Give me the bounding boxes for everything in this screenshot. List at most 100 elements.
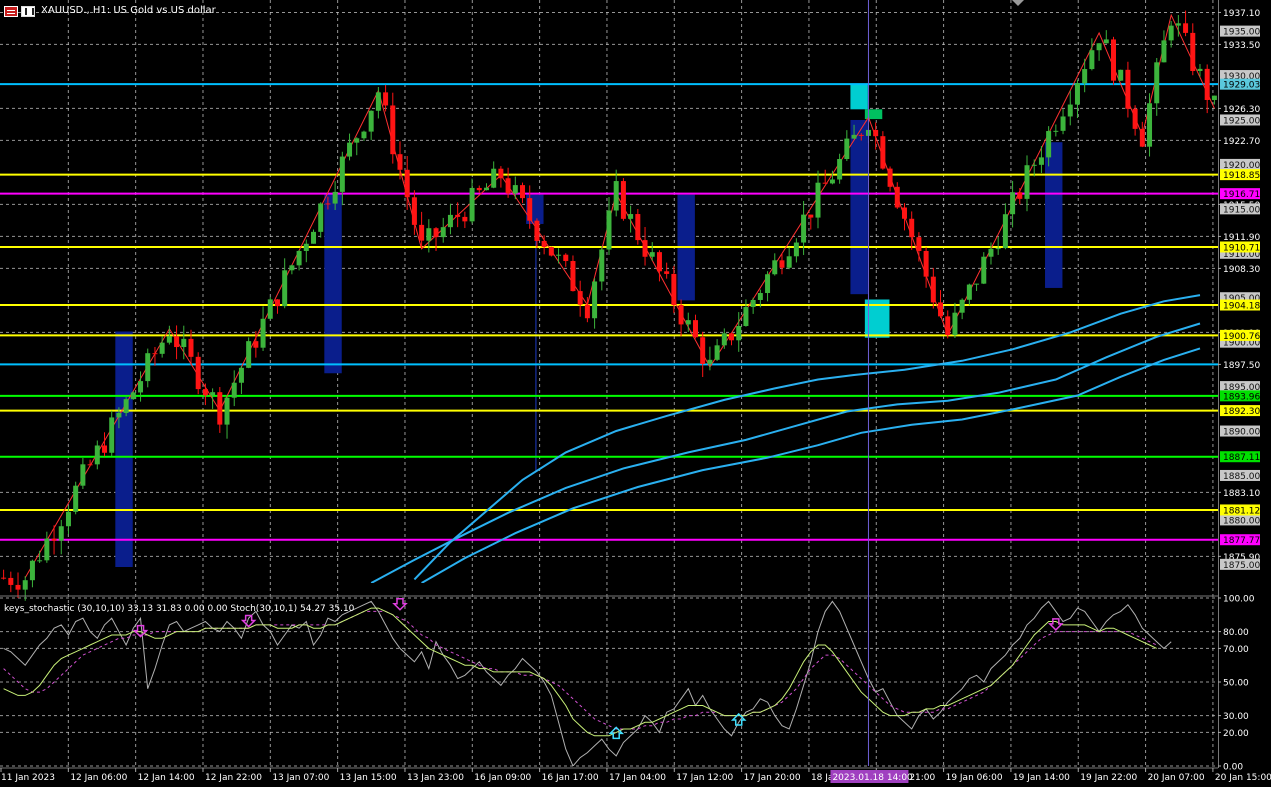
candle-body[interactable]: [1118, 69, 1124, 81]
candle-body[interactable]: [808, 214, 814, 218]
candle-body[interactable]: [556, 254, 562, 256]
candle-body[interactable]: [1053, 130, 1059, 132]
candle-body[interactable]: [1125, 69, 1131, 109]
candle-body[interactable]: [1204, 68, 1210, 100]
candle-body[interactable]: [1175, 23, 1181, 26]
sell-arrow-icon[interactable]: [392, 598, 408, 611]
candle-body[interactable]: [152, 353, 158, 355]
candle-body[interactable]: [505, 178, 511, 194]
candle-body[interactable]: [880, 136, 886, 169]
candle-body[interactable]: [462, 216, 468, 222]
candle-body[interactable]: [231, 382, 237, 398]
candle-body[interactable]: [1067, 104, 1073, 117]
candle-body[interactable]: [260, 318, 266, 348]
candle-body[interactable]: [347, 142, 353, 157]
candle-body[interactable]: [1024, 165, 1030, 199]
candle-body[interactable]: [73, 485, 79, 512]
candle-body[interactable]: [606, 210, 612, 250]
candle-body[interactable]: [426, 228, 432, 241]
candle-body[interactable]: [469, 187, 475, 222]
candle-body[interactable]: [628, 214, 634, 219]
sell-arrow-icon[interactable]: [1048, 618, 1064, 631]
candle-body[interactable]: [224, 397, 230, 425]
candle-body[interactable]: [959, 299, 965, 313]
candle-body[interactable]: [311, 231, 317, 244]
candle-body[interactable]: [534, 220, 540, 241]
candle-body[interactable]: [981, 256, 987, 284]
candle-body[interactable]: [721, 333, 727, 346]
candle-body[interactable]: [303, 243, 309, 251]
candle-body[interactable]: [678, 305, 684, 325]
candle-body[interactable]: [1060, 116, 1066, 131]
candle-body[interactable]: [930, 276, 936, 303]
candle-body[interactable]: [440, 227, 446, 238]
candle-body[interactable]: [419, 224, 425, 241]
candle-body[interactable]: [1002, 214, 1008, 249]
sell-arrow-icon[interactable]: [240, 614, 257, 628]
candle-body[interactable]: [145, 353, 151, 382]
candle-body[interactable]: [685, 320, 691, 325]
candle-body[interactable]: [51, 538, 57, 541]
candle-body[interactable]: [65, 511, 71, 527]
candle-body[interactable]: [894, 186, 900, 208]
chart-window-icon[interactable]: [4, 5, 18, 17]
candle-body[interactable]: [923, 250, 929, 277]
candle-body[interactable]: [822, 182, 828, 184]
candle-body[interactable]: [700, 337, 706, 364]
candle-body[interactable]: [238, 367, 244, 383]
candle-body[interactable]: [102, 445, 108, 453]
candle-body[interactable]: [815, 182, 821, 218]
candle-body[interactable]: [455, 214, 461, 217]
candle-body[interactable]: [404, 169, 410, 198]
candle-body[interactable]: [296, 250, 302, 266]
candle-body[interactable]: [527, 198, 533, 221]
candle-body[interactable]: [620, 181, 626, 219]
candle-body[interactable]: [916, 237, 922, 251]
candle-body[interactable]: [829, 179, 835, 184]
candle-body[interactable]: [750, 299, 756, 308]
candle-body[interactable]: [1147, 103, 1153, 147]
stochastic-dashed-line[interactable]: [3, 610, 1157, 730]
candle-body[interactable]: [801, 214, 807, 243]
candle-body[interactable]: [584, 304, 590, 319]
candle-body[interactable]: [109, 417, 115, 453]
candle-body[interactable]: [570, 261, 576, 292]
candle-body[interactable]: [44, 538, 50, 561]
candle-body[interactable]: [613, 181, 619, 211]
candle-body[interactable]: [736, 325, 742, 341]
candle-body[interactable]: [887, 168, 893, 187]
candle-body[interactable]: [498, 168, 504, 179]
candle-body[interactable]: [786, 256, 792, 268]
candle-body[interactable]: [339, 156, 345, 192]
candle-body[interactable]: [952, 312, 958, 336]
moving-average-line[interactable]: [421, 347, 1201, 583]
candle-body[interactable]: [318, 203, 324, 232]
candle-body[interactable]: [361, 131, 367, 139]
candle-body[interactable]: [765, 274, 771, 294]
candle-body[interactable]: [8, 577, 14, 585]
candle-body[interactable]: [541, 240, 547, 248]
candle-body[interactable]: [491, 168, 497, 188]
candle-body[interactable]: [217, 392, 223, 425]
candle-body[interactable]: [656, 252, 662, 272]
candle-body[interactable]: [1139, 128, 1145, 147]
candle-body[interactable]: [1017, 192, 1023, 199]
candle-body[interactable]: [1183, 23, 1189, 33]
candle-body[interactable]: [1082, 69, 1088, 84]
candle-body[interactable]: [1038, 157, 1044, 165]
candle-body[interactable]: [1190, 32, 1196, 71]
candle-body[interactable]: [563, 254, 569, 262]
candle-body[interactable]: [772, 260, 778, 275]
candle-body[interactable]: [901, 207, 907, 219]
candle-body[interactable]: [282, 270, 288, 307]
candle-body[interactable]: [116, 412, 122, 418]
candle-body[interactable]: [289, 265, 295, 271]
price-chart[interactable]: 1937.101933.501926.301922.701915.501911.…: [0, 0, 1271, 787]
candle-body[interactable]: [15, 584, 21, 590]
candle-body[interactable]: [988, 248, 994, 257]
candle-body[interactable]: [635, 214, 641, 241]
candle-body[interactable]: [1168, 25, 1174, 41]
candle-body[interactable]: [411, 197, 417, 225]
candle-body[interactable]: [873, 129, 879, 137]
candle-body[interactable]: [1010, 192, 1016, 215]
